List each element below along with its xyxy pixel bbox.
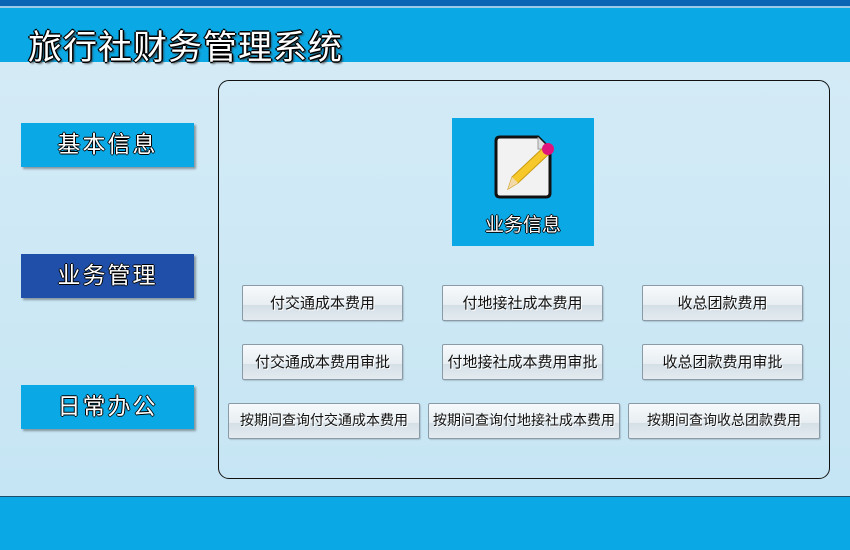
app-title: 旅行社财务管理系统: [28, 28, 343, 68]
pay-transport-cost-approval-button[interactable]: 付交通成本费用审批: [242, 344, 403, 380]
sidebar-item-business-management[interactable]: 业务管理: [21, 254, 194, 298]
collect-group-fee-button[interactable]: 收总团款费用: [642, 285, 803, 321]
sidebar-item-daily-office[interactable]: 日常办公: [21, 385, 194, 429]
pay-local-agency-cost-approval-button[interactable]: 付地接社成本费用审批: [442, 344, 603, 380]
footer-bar: [0, 497, 850, 550]
document-edit-icon: [494, 135, 554, 199]
query-local-agency-cost-by-period-button[interactable]: 按期间查询付地接社成本费用: [428, 403, 620, 439]
query-transport-cost-by-period-button[interactable]: 按期间查询付交通成本费用: [228, 403, 420, 439]
pay-local-agency-cost-button[interactable]: 付地接社成本费用: [442, 285, 603, 321]
sidebar-item-basic-info[interactable]: 基本信息: [21, 123, 194, 167]
business-info-tile[interactable]: 业务信息: [452, 118, 594, 246]
pay-transport-cost-button[interactable]: 付交通成本费用: [242, 285, 403, 321]
query-group-fee-by-period-button[interactable]: 按期间查询收总团款费用: [628, 403, 820, 439]
header-bar: 旅行社财务管理系统: [0, 8, 850, 68]
tile-label: 业务信息: [484, 214, 561, 236]
collect-group-fee-approval-button[interactable]: 收总团款费用审批: [642, 344, 803, 380]
